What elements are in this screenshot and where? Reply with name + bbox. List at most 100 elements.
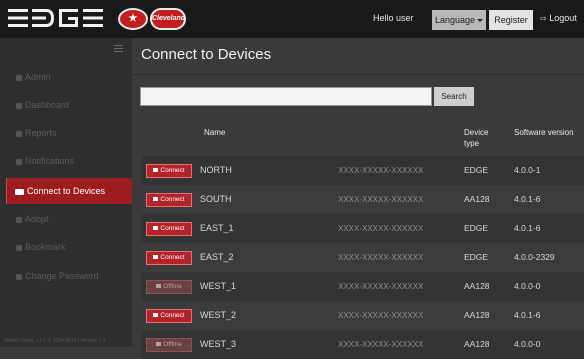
logout-icon: ⇨ bbox=[540, 14, 547, 23]
device-serial: XXXX-XXXXX-XXXXXX bbox=[338, 195, 424, 204]
connect-label: Connect bbox=[160, 225, 185, 232]
adopt-icon bbox=[16, 216, 22, 223]
top-navbar: ★ Cleveland Hello user Language Register… bbox=[0, 0, 584, 38]
sidebar-item-reports[interactable]: Reports bbox=[0, 120, 132, 146]
connect-button[interactable]: Connect bbox=[146, 309, 192, 323]
device-type: AA128 bbox=[464, 310, 490, 320]
connect-icon bbox=[15, 188, 24, 195]
device-name: WEST_1 bbox=[200, 281, 237, 291]
sidebar-item-label: Bookmark bbox=[25, 242, 66, 252]
sidebar-item-admin[interactable]: Admin bbox=[0, 64, 132, 90]
device-name: NORTH bbox=[200, 165, 232, 175]
device-type: AA128 bbox=[464, 339, 490, 349]
device-name: EAST_2 bbox=[200, 252, 234, 262]
software-version: 4.0.0-0 bbox=[514, 281, 541, 291]
sidebar-item-bookmark[interactable]: Bookmark bbox=[0, 234, 132, 260]
column-header-device-type: Device type bbox=[464, 128, 489, 148]
connect-icon bbox=[153, 255, 159, 260]
device-type: EDGE bbox=[464, 165, 489, 175]
connect-button[interactable]: Connect bbox=[146, 251, 192, 265]
device-serial: XXXX-XXXXX-XXXXXX bbox=[338, 282, 424, 291]
brand-cleveland-badge: Cleveland bbox=[150, 8, 186, 30]
page-title: Connect to Devices bbox=[141, 46, 272, 63]
register-button[interactable]: Register bbox=[489, 10, 533, 30]
offline-button: Offline bbox=[146, 280, 192, 294]
device-serial: XXXX-XXXXX-XXXXXX bbox=[338, 224, 424, 233]
brand-star-badge: ★ bbox=[118, 8, 148, 30]
device-type: EDGE bbox=[464, 223, 489, 233]
sidebar: Admin Dashboard Reports Notifications Co… bbox=[0, 38, 132, 347]
offline-icon bbox=[156, 342, 162, 347]
device-name: WEST_3 bbox=[200, 339, 237, 349]
copyright-footer: Welbilt Group, LLC © 2014-2018 | Version… bbox=[4, 338, 106, 344]
bookmark-icon bbox=[16, 244, 22, 251]
connect-icon bbox=[153, 226, 159, 231]
software-version: 4.0.0-0 bbox=[514, 339, 541, 349]
connect-button[interactable]: Connect bbox=[146, 222, 192, 236]
table-row: Connect WEST_2 XXXX-XXXXX-XXXXXX AA128 4… bbox=[142, 301, 584, 330]
hamburger-menu-icon[interactable] bbox=[114, 45, 123, 54]
divider bbox=[132, 74, 584, 75]
bell-icon bbox=[16, 158, 22, 165]
device-name: SOUTH bbox=[200, 194, 232, 204]
connect-label: Connect bbox=[160, 167, 185, 174]
edge-logo[interactable] bbox=[8, 9, 106, 27]
table-row: Connect EAST_2 XXXX-XXXXX-XXXXXX EDGE 4.… bbox=[142, 243, 584, 272]
table-row: Connect NORTH XXXX-XXXXX-XXXXXX EDGE 4.0… bbox=[142, 156, 584, 185]
sidebar-item-dashboard[interactable]: Dashboard bbox=[0, 92, 132, 118]
search-input[interactable] bbox=[140, 87, 432, 106]
device-serial: XXXX-XXXXX-XXXXXX bbox=[338, 311, 424, 320]
logout-link[interactable]: ⇨ Logout bbox=[540, 13, 577, 23]
software-version: 4.0.1-6 bbox=[514, 223, 541, 233]
device-type: EDGE bbox=[464, 252, 489, 262]
table-row: Connect EAST_1 XXXX-XXXXX-XXXXXX EDGE 4.… bbox=[142, 214, 584, 243]
connect-label: Connect bbox=[160, 196, 185, 203]
sidebar-item-connect-to-devices[interactable]: Connect to Devices bbox=[6, 178, 132, 204]
connect-button[interactable]: Connect bbox=[146, 193, 192, 207]
key-icon bbox=[16, 273, 22, 280]
device-name: WEST_2 bbox=[200, 310, 237, 320]
device-serial: XXXX-XXXXX-XXXXXX bbox=[338, 253, 424, 262]
software-version: 4.0.1-6 bbox=[514, 310, 541, 320]
offline-label: Offline bbox=[163, 283, 182, 290]
software-version: 4.0.0-2329 bbox=[514, 252, 555, 262]
language-label: Language bbox=[434, 15, 476, 25]
sidebar-item-label: Adopt bbox=[25, 214, 49, 224]
sidebar-item-label: Connect to Devices bbox=[27, 186, 106, 196]
dashboard-icon bbox=[16, 102, 22, 109]
sidebar-item-change-password[interactable]: Change Password bbox=[0, 263, 132, 289]
sidebar-item-label: Dashboard bbox=[25, 100, 70, 110]
admin-icon bbox=[16, 74, 22, 81]
table-row: Offline WEST_1 XXXX-XXXXX-XXXXXX AA128 4… bbox=[142, 272, 584, 301]
table-row: Connect SOUTH XXXX-XXXXX-XXXXXX AA128 4.… bbox=[142, 185, 584, 214]
offline-button: Offline bbox=[146, 338, 192, 352]
offline-icon bbox=[156, 284, 162, 289]
device-name: EAST_1 bbox=[200, 223, 234, 233]
column-header-name: Name bbox=[204, 128, 226, 137]
greeting-text: Hello user bbox=[373, 13, 414, 23]
sidebar-item-label: Notifications bbox=[25, 156, 75, 166]
sidebar-item-label: Reports bbox=[25, 128, 57, 138]
device-type: AA128 bbox=[464, 281, 490, 291]
logout-label: Logout bbox=[549, 13, 577, 23]
language-dropdown[interactable]: Language bbox=[432, 10, 486, 30]
chevron-down-icon bbox=[477, 19, 484, 23]
connect-label: Connect bbox=[160, 254, 185, 261]
connect-button[interactable]: Connect bbox=[146, 164, 192, 178]
table-row: Offline WEST_3 XXXX-XXXXX-XXXXXX AA128 4… bbox=[142, 330, 584, 359]
connect-icon bbox=[153, 313, 159, 318]
column-header-software-version: Software version bbox=[514, 128, 574, 137]
device-serial: XXXX-XXXXX-XXXXXX bbox=[338, 166, 424, 175]
software-version: 4.0.0-1 bbox=[514, 165, 541, 175]
device-type: AA128 bbox=[464, 194, 490, 204]
main-content: Connect to Devices Search Name Device ty… bbox=[132, 38, 584, 359]
sidebar-item-adopt[interactable]: Adopt bbox=[0, 206, 132, 232]
search-button[interactable]: Search bbox=[434, 87, 474, 106]
sidebar-item-notifications[interactable]: Notifications bbox=[0, 148, 132, 174]
reports-icon bbox=[16, 130, 22, 137]
sidebar-item-label: Change Password bbox=[25, 271, 99, 281]
connect-icon bbox=[153, 168, 159, 173]
connect-icon bbox=[153, 197, 159, 202]
software-version: 4.0.1-6 bbox=[514, 194, 541, 204]
connect-label: Connect bbox=[160, 312, 185, 319]
